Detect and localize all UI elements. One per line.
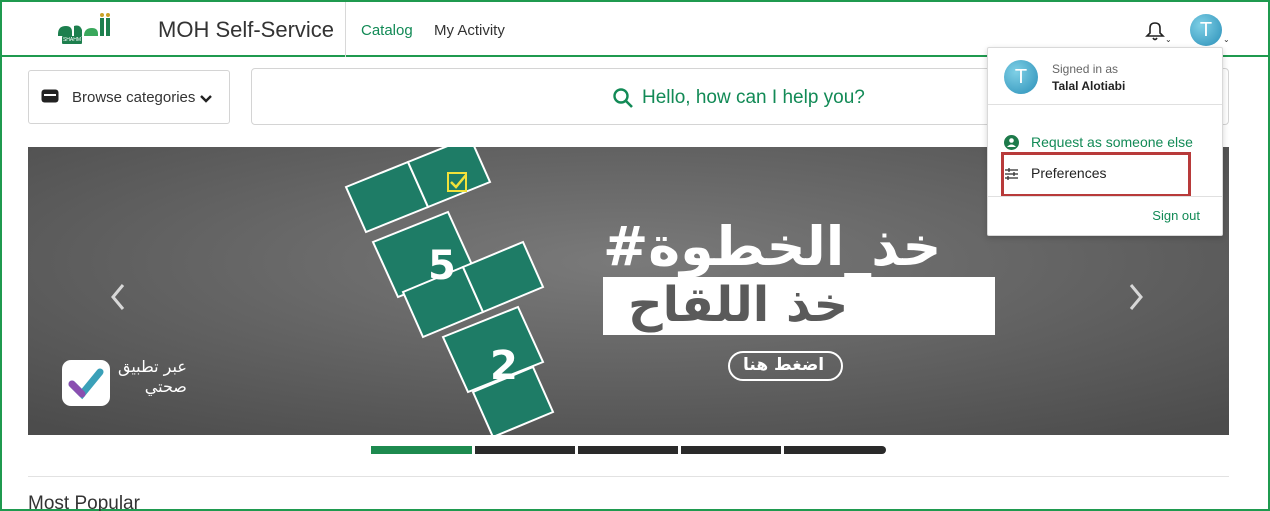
shahm-logo[interactable]: SHAHM [54, 12, 118, 46]
signed-in-as-label: Signed in as [1052, 62, 1119, 76]
request-as-user-icon [1004, 135, 1019, 150]
avatar-chevron-down-icon[interactable]: ⌄ [1223, 35, 1230, 44]
category-box-icon [41, 89, 59, 103]
browse-categories-label: Browse categories [72, 89, 196, 106]
carousel-indicator-3[interactable] [578, 446, 678, 454]
preferences-highlight-box [1001, 152, 1191, 197]
browse-categories-button[interactable]: Browse categories [28, 70, 230, 124]
user-name: Talal Alotiabi [1052, 79, 1126, 93]
menu-divider [988, 104, 1222, 105]
user-menu-dropdown: T Signed in as Talal Alotiabi Request as… [987, 47, 1223, 236]
carousel-prev-arrow-icon[interactable] [108, 282, 128, 312]
nav-catalog-link[interactable]: Catalog [361, 22, 413, 39]
request-as-someone-else-link[interactable]: Request as someone else [1031, 134, 1193, 150]
via-app-line1: عبر تطبيق [118, 357, 187, 376]
carousel-next-arrow-icon[interactable] [1126, 282, 1146, 312]
sign-out-link[interactable]: Sign out [1152, 208, 1200, 223]
carousel-indicator-4[interactable] [681, 446, 781, 454]
menu-divider-bottom [988, 196, 1222, 197]
bell-chevron-down-icon[interactable]: ⌄ [1165, 35, 1172, 44]
section-divider [28, 476, 1229, 477]
user-avatar-button[interactable]: T [1190, 14, 1222, 46]
carousel-indicator-1[interactable] [371, 446, 472, 454]
sehhaty-app-icon [62, 360, 110, 406]
search-icon [612, 87, 634, 109]
hopscotch-number-2: 2 [490, 343, 518, 389]
hopscotch-number-5: 5 [428, 243, 456, 289]
via-app-line2: صحتي [144, 377, 187, 396]
logo-text: SHAHM [62, 36, 82, 44]
banner-cta-label: اضغط هنا [743, 355, 825, 375]
banner-hashtag: #خذ_الخطوة [603, 215, 942, 278]
via-app-text: عبر تطبيق صحتي [118, 357, 187, 397]
carousel-indicator-5[interactable] [784, 446, 886, 454]
nav-my-activity-link[interactable]: My Activity [434, 22, 505, 39]
header-divider [345, 2, 346, 57]
user-menu-avatar: T [1004, 60, 1038, 94]
chevron-down-icon [199, 91, 213, 103]
carousel-indicator-2[interactable] [475, 446, 575, 454]
banner-headline: خذ اللقاح [628, 277, 849, 333]
most-popular-heading: Most Popular [28, 493, 140, 511]
carousel-indicators [371, 446, 886, 454]
search-placeholder: Hello, how can I help you? [642, 87, 865, 108]
app-title: MOH Self-Service [158, 17, 335, 42]
